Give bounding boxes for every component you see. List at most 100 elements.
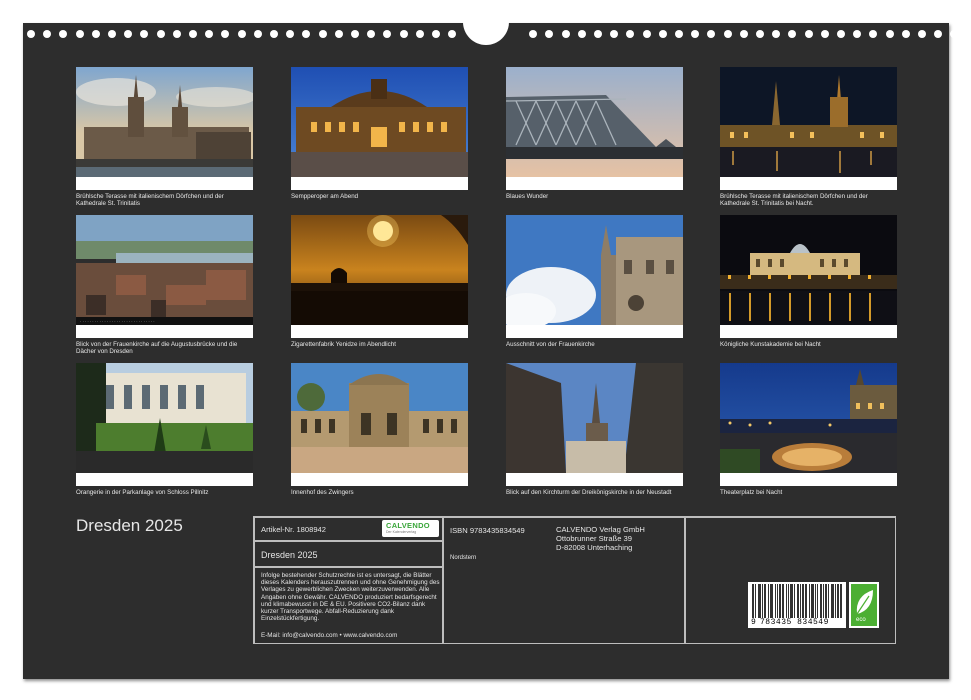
binding-hole	[804, 30, 813, 38]
binding-hole	[189, 30, 197, 38]
photo-caption: Orangerie in der Parkanlage von Schloss …	[76, 489, 209, 496]
photo-caption: Blick auf den Kirchturm der Dreikönigski…	[506, 489, 672, 496]
barcode-bar	[812, 584, 813, 618]
binding-hole	[124, 30, 133, 38]
photo-strip	[720, 177, 897, 190]
binding-hole	[302, 30, 311, 38]
binding-hole	[707, 30, 716, 38]
barcode-bar	[780, 584, 781, 618]
photo-tile: Blick auf den Kirchturm der Dreikönigski…	[506, 363, 683, 496]
binding-hole	[837, 30, 845, 38]
barcode-bar	[777, 584, 778, 618]
binding-hole	[529, 30, 538, 38]
binding-hole	[950, 30, 959, 38]
barcode-bar	[768, 584, 769, 618]
barcode-bar	[815, 584, 816, 618]
binding-hole	[286, 30, 295, 38]
photo-strip	[76, 473, 253, 486]
binding-hole	[75, 30, 84, 38]
barcode-bar	[765, 584, 766, 618]
binding-hole	[691, 30, 700, 38]
binding-hole	[351, 30, 359, 38]
photo-theaterplatz-night	[720, 363, 897, 473]
barcode-bar	[760, 584, 761, 618]
binding-hole	[367, 30, 376, 38]
binding-hole	[334, 30, 343, 38]
photo-strip	[291, 325, 468, 338]
barcode-bar	[783, 584, 784, 618]
binding-hole	[237, 30, 246, 38]
calvendo-logo: CALVENDO Der Kalenderverlag	[382, 520, 439, 537]
barcode-bar	[811, 584, 812, 618]
binding-hole	[318, 30, 327, 38]
binding-hole	[270, 30, 278, 38]
legal-cell: Infolge bestehender Schutzrechte ist es …	[254, 567, 443, 644]
barcode-bar	[786, 584, 787, 618]
photo-strip	[291, 177, 468, 190]
eco-label: eco	[856, 617, 866, 623]
binding-hole	[156, 30, 165, 38]
barcode-bar	[821, 584, 822, 618]
photo-semperoper	[291, 67, 468, 177]
eco-leaf-icon: eco	[851, 584, 877, 626]
binding-hole	[399, 30, 408, 38]
barcode-bar	[802, 584, 803, 618]
publisher-city: D-82008 Unterhaching	[556, 543, 633, 552]
photo-dreikoenigskirche	[506, 363, 683, 473]
barcode-bar	[823, 584, 824, 618]
photo-tile: Blaues Wunder	[506, 67, 683, 200]
barcode-bar	[838, 584, 839, 618]
barcode-bar	[797, 584, 798, 618]
publisher-name: CALVENDO Verlag GmbH	[556, 525, 645, 534]
barcode: 9 783435 834549	[748, 582, 846, 628]
photo-tile: · · · · · · · · · · · · · · · · · · · · …	[76, 215, 253, 355]
barcode-bar	[772, 584, 773, 618]
binding-hole	[27, 30, 35, 38]
product-title: Dresden 2025	[261, 550, 318, 560]
barcode-bar	[825, 584, 826, 618]
binding-hole	[885, 30, 894, 38]
binding-hole	[820, 30, 829, 38]
svg-text:· · · · · · · · · · · · · · ·: · · · · · · · · · · · · · · · · · · · · …	[80, 319, 155, 324]
photo-caption: Ausschnitt von der Frauenkirche	[506, 341, 595, 348]
photo-tile: Theaterplatz bei Nacht	[720, 363, 897, 496]
photo-tile: Brühlsche Terasse mit italienischem Dörf…	[720, 67, 897, 207]
barcode-bars	[752, 584, 842, 618]
binding-hole	[723, 30, 732, 38]
photo-orangerie-pillnitz	[76, 363, 253, 473]
binding-hole	[901, 30, 910, 38]
title-cell: Dresden 2025	[254, 541, 443, 567]
photo-caption: Blick von der Frauenkirche auf die Augus…	[76, 341, 238, 355]
publisher-cell: ISBN 9783435834549 Nordstern CALVENDO Ve…	[443, 517, 685, 644]
photo-yenidze-sunset	[291, 215, 468, 325]
photo-augustusbruecke-view: · · · · · · · · · · · · · · · · · · · · …	[76, 215, 253, 325]
barcode-bar	[764, 584, 765, 618]
binding-hole	[43, 30, 52, 38]
binding-hole	[642, 30, 651, 38]
barcode-bar	[762, 584, 763, 618]
binding-hole	[658, 30, 667, 38]
binding-hole	[415, 30, 424, 38]
barcode-bar	[805, 584, 806, 618]
barcode-bar	[841, 584, 842, 618]
binding-hole	[934, 30, 943, 38]
photo-blaues-wunder	[506, 67, 683, 177]
photo-caption: Innenhof des Zwingers	[291, 489, 354, 496]
barcode-bar	[831, 584, 832, 618]
photo-strip	[291, 473, 468, 486]
barcode-bar	[832, 584, 833, 618]
binding-hole	[869, 30, 878, 38]
photo-cathedral-bruehl	[76, 67, 253, 177]
photo-strip	[76, 325, 253, 338]
binding-hole	[756, 30, 764, 38]
article-cell: Artikel-Nr. 1808942 CALVENDO Der Kalende…	[254, 517, 443, 541]
barcode-bar	[817, 584, 818, 618]
photo-kunstakademie-night	[720, 215, 897, 325]
photo-caption: Zigarettenfabrik Yenidze im Abendlicht	[291, 341, 396, 348]
photo-caption: Brühlsche Terasse mit italienischem Dörf…	[76, 193, 224, 207]
photo-tile: Ausschnitt von der Frauenkirche	[506, 215, 683, 348]
barcode-bar	[833, 584, 834, 618]
barcode-bar	[779, 584, 780, 618]
barcode-bar	[792, 584, 793, 618]
binding-hole	[610, 30, 619, 38]
